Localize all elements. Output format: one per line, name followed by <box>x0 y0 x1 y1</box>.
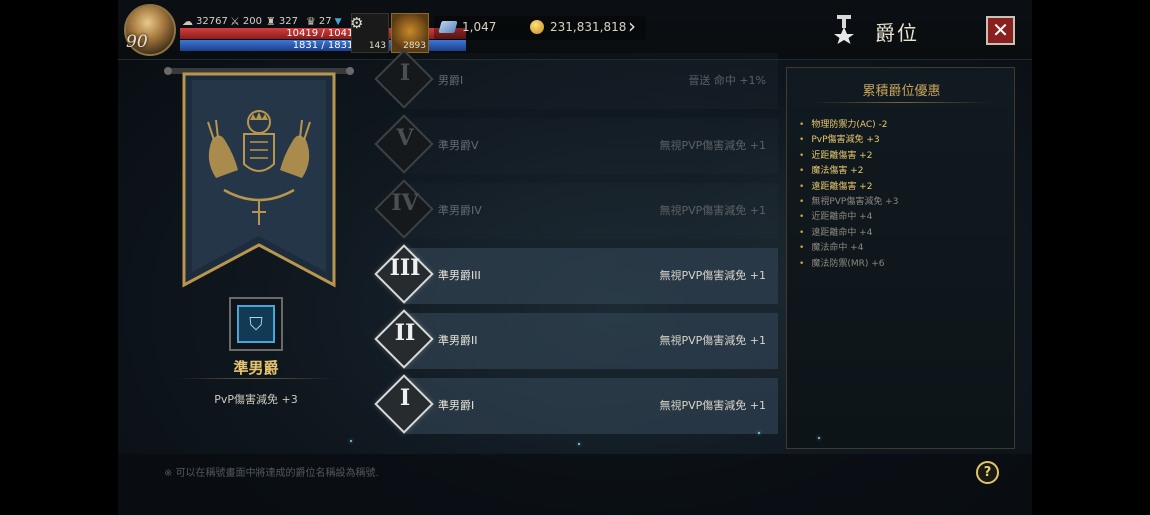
sparkle <box>578 443 580 445</box>
stat-a-value: 32767 <box>196 16 228 27</box>
cloud-icon: ☁ <box>182 15 193 28</box>
stat-b-value: 200 <box>242 16 262 27</box>
rank-bonus: 無視PVP傷害減免 +1 <box>659 139 766 152</box>
rank-bonus: 無視PVP傷害減免 +1 <box>659 399 766 412</box>
sparkle <box>350 440 352 442</box>
current-rank-bonus: PvP傷害減免 +3 <box>214 393 298 406</box>
rank-title: 準男爵IV <box>438 204 482 217</box>
rank-screen: 90 ☁ 32767 ⚔ 200 ♜ 327 ♛ 27 ▼ 10419 / 10… <box>118 0 1032 515</box>
cumulative-bonus-list: 物理防禦力(AC) -2 PvP傷害減免 +3 近距離傷害 +2 魔法傷害 +2… <box>799 118 898 272</box>
diamond-icon <box>438 21 458 33</box>
rank-title: 男爵I <box>438 74 464 87</box>
rank-numeral: IV <box>391 190 419 216</box>
shield-icon: ⛉ <box>237 305 275 343</box>
gold-amount: 231,831,818 <box>550 20 627 34</box>
rank-row-achieved[interactable]: II 準男爵II 無視PVP傷害減免 +1 <box>374 309 778 372</box>
rank-row-achieved[interactable]: I 準男爵I 無視PVP傷害減免 +1 <box>374 374 778 437</box>
sparkle <box>818 437 820 439</box>
bonus-item: 近距離傷害 +2 <box>799 149 898 164</box>
player-level: 90 <box>126 32 148 52</box>
close-button[interactable]: ✕ <box>986 16 1015 45</box>
cumulative-bonus-panel: 累積爵位優惠 物理防禦力(AC) -2 PvP傷害減免 +3 近距離傷害 +2 … <box>786 67 1015 449</box>
rank-numeral: I <box>399 385 411 411</box>
divider <box>812 102 992 103</box>
rank-numeral: III <box>389 255 421 281</box>
bonus-item: PvP傷害減免 +3 <box>799 133 898 148</box>
chevron-right-icon[interactable]: › <box>628 14 636 38</box>
stat-d-value: 27 <box>318 16 332 27</box>
footer: ※ 可以在稱號畫面中將達成的爵位名稱設為稱號. ? <box>118 454 1032 515</box>
medal-icon <box>834 15 854 44</box>
rank-banner <box>164 67 354 288</box>
bonus-item: 遠距離命中 +4 <box>799 226 898 241</box>
bonus-item: 遠距離傷害 +2 <box>799 180 898 195</box>
stat-group-b: ⚔ 200 <box>230 15 262 28</box>
rank-bonus: 無視PVP傷害減免 +1 <box>659 334 766 347</box>
gold-coin-icon <box>530 20 544 34</box>
rank-emblem: ⛉ <box>229 297 283 351</box>
rank-bonus: 晉送 命中 +1% <box>688 74 766 87</box>
rank-title: 準男爵V <box>438 139 479 152</box>
diamond-amount: 1,047 <box>462 20 497 34</box>
rank-title: 準男爵II <box>438 334 478 347</box>
stat-group-d: ♛ 27 ▼ <box>306 15 342 28</box>
cumulative-bonus-title: 累積爵位優惠 <box>862 84 941 99</box>
bonus-item: 魔法防禦(MR) +6 <box>799 257 898 272</box>
gear-icon[interactable]: ⚙ <box>350 14 363 32</box>
stat-group-a: ☁ 32767 <box>182 15 228 28</box>
page-title: 爵位 <box>875 21 919 45</box>
divider <box>176 378 336 379</box>
rank-bonus: 無視PVP傷害減免 +1 <box>659 269 766 282</box>
tower-icon: ♜ <box>266 15 276 28</box>
bonus-item: 無視PVP傷害減免 +3 <box>799 195 898 210</box>
rank-numeral: V <box>396 125 414 151</box>
rank-bonus: 無視PVP傷害減免 +1 <box>659 204 766 217</box>
bonus-item: 物理防禦力(AC) -2 <box>799 118 898 133</box>
trophy-icon: ♛ <box>306 15 316 28</box>
bonus-item: 近距離命中 +4 <box>799 210 898 225</box>
diamond-currency: 1,047 <box>438 14 497 40</box>
bonus-item: 魔法命中 +4 <box>799 241 898 256</box>
bonus-item: 魔法傷害 +2 <box>799 164 898 179</box>
help-button[interactable]: ? <box>976 461 999 484</box>
dropdown-triangle-icon[interactable]: ▼ <box>335 17 342 27</box>
current-rank-name: 準男爵 <box>233 359 279 377</box>
rank-row-achieved[interactable]: III 準男爵III 無視PVP傷害減免 +1 <box>374 244 778 307</box>
stat-c-value: 327 <box>278 16 298 27</box>
rank-numeral: I <box>399 60 411 86</box>
rank-row[interactable]: IV 準男爵IV 無視PVP傷害減免 +1 <box>374 179 778 242</box>
rank-row[interactable]: V 準男爵V 無視PVP傷害減免 +1 <box>374 114 778 177</box>
rank-title: 準男爵III <box>438 269 481 282</box>
item-slot[interactable]: 2893 <box>391 13 429 53</box>
sparkle <box>758 432 760 434</box>
stat-group-c: ♜ 327 <box>266 15 298 28</box>
rank-numeral: II <box>394 320 416 346</box>
footer-note: ※ 可以在稱號畫面中將達成的爵位名稱設為稱號. <box>164 468 379 479</box>
rank-title: 準男爵I <box>438 399 475 412</box>
rank-row[interactable]: I 男爵I 晉送 命中 +1% <box>374 49 778 112</box>
sword-icon: ⚔ <box>230 15 240 28</box>
gold-currency: 231,831,818 <box>530 14 626 40</box>
